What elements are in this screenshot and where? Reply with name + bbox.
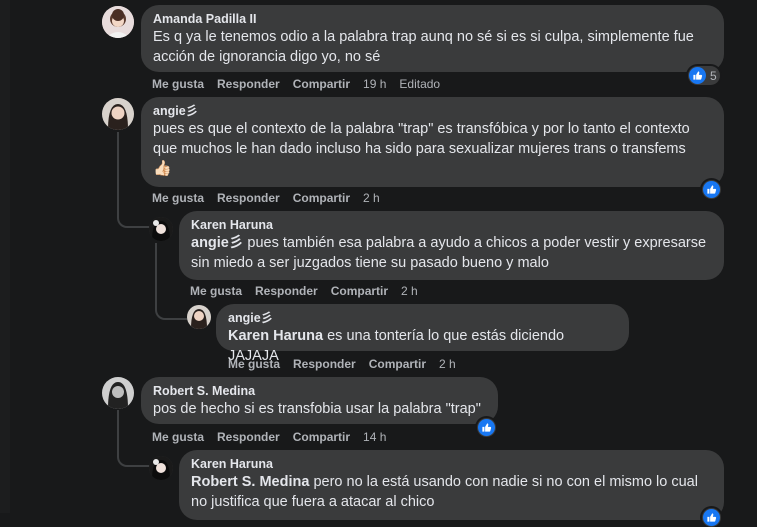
like-icon — [689, 67, 706, 84]
timestamp[interactable]: 2 h — [401, 284, 418, 298]
thread-line — [117, 410, 149, 467]
comment-bubble: Robert S. Medina pos de hecho si es tran… — [141, 377, 498, 424]
share-button[interactable]: Compartir — [331, 284, 388, 298]
mention-link[interactable]: Karen Haruna — [228, 328, 323, 344]
reaction-count[interactable]: 5 — [688, 66, 720, 85]
like-icon — [703, 181, 720, 198]
timestamp[interactable]: 14 h — [363, 430, 386, 444]
comment-text: pues es que el contexto de la palabra "t… — [153, 121, 690, 177]
edited-label: Editado — [399, 77, 441, 91]
reaction-count[interactable] — [702, 508, 721, 527]
thumbs-up-emoji: 👍🏻 — [153, 160, 172, 177]
like-button[interactable]: Me gusta — [152, 77, 204, 91]
reaction-count[interactable] — [477, 418, 496, 437]
comment-text: Es q ya le tenemos odio a la palabra tra… — [153, 29, 694, 65]
like-button[interactable]: Me gusta — [228, 357, 280, 371]
avatar[interactable] — [102, 6, 134, 38]
share-button[interactable]: Compartir — [293, 430, 350, 444]
mention-link[interactable]: angie彡 — [191, 235, 243, 251]
share-button[interactable]: Compartir — [293, 191, 350, 205]
comment-text: angie彡 pues también esa palabra a ayudo … — [191, 235, 707, 271]
like-icon — [478, 419, 495, 436]
comment-actions: Me gusta Responder Compartir 14 h — [152, 430, 399, 444]
comment-text: Robert S. Medina pero no la está usando … — [191, 474, 698, 510]
comment-author[interactable]: Karen Haruna — [191, 217, 712, 233]
comment-actions: Me gusta Responder Compartir 2 h — [190, 284, 431, 298]
reply-button[interactable]: Responder — [217, 77, 280, 91]
comment-actions: Me gusta Responder Compartir 2 h — [152, 191, 393, 205]
reply-bubble: angie彡 Karen Haruna es una tontería lo q… — [216, 304, 629, 364]
share-button[interactable]: Compartir — [369, 357, 426, 371]
reply-button[interactable]: Responder — [217, 191, 280, 205]
share-button[interactable]: Compartir — [293, 77, 350, 91]
comment-author[interactable]: Karen Haruna — [191, 456, 712, 472]
avatar[interactable] — [149, 217, 173, 241]
reply-button[interactable]: Responder — [217, 430, 280, 444]
avatar[interactable] — [102, 377, 134, 409]
comment-author[interactable]: angie彡 — [153, 103, 712, 119]
comment-author[interactable]: angie彡 — [228, 310, 617, 326]
timestamp[interactable]: 2 h — [439, 357, 456, 371]
reply-bubble: Karen Haruna angie彡 pues también esa pal… — [179, 211, 724, 280]
comment-author[interactable]: Robert S. Medina — [153, 383, 486, 399]
comment-bubble: Amanda Padilla II Es q ya le tenemos odi… — [141, 5, 724, 72]
comment-author[interactable]: Amanda Padilla II — [153, 11, 712, 27]
like-button[interactable]: Me gusta — [152, 191, 204, 205]
like-button[interactable]: Me gusta — [190, 284, 242, 298]
comment-text: pos de hecho si es transfobia usar la pa… — [153, 401, 481, 417]
timestamp[interactable]: 19 h — [363, 77, 386, 91]
left-edge — [0, 0, 10, 513]
like-button[interactable]: Me gusta — [152, 430, 204, 444]
comment-actions: Me gusta Responder Compartir 19 h Editado — [152, 77, 453, 91]
comment-actions: Me gusta Responder Compartir 2 h — [228, 357, 469, 371]
reply-button[interactable]: Responder — [293, 357, 356, 371]
avatar[interactable] — [102, 98, 134, 130]
reaction-count[interactable] — [702, 180, 721, 199]
avatar[interactable] — [187, 305, 211, 329]
reply-button[interactable]: Responder — [255, 284, 318, 298]
timestamp[interactable]: 2 h — [363, 191, 380, 205]
mention-link[interactable]: Robert S. Medina — [191, 474, 309, 490]
reply-bubble: Karen Haruna Robert S. Medina pero no la… — [179, 450, 724, 520]
comment-bubble: angie彡 pues es que el contexto de la pal… — [141, 97, 724, 187]
comments-panel: Amanda Padilla II Es q ya le tenemos odi… — [0, 0, 757, 527]
avatar[interactable] — [149, 456, 173, 480]
like-icon — [703, 509, 720, 526]
